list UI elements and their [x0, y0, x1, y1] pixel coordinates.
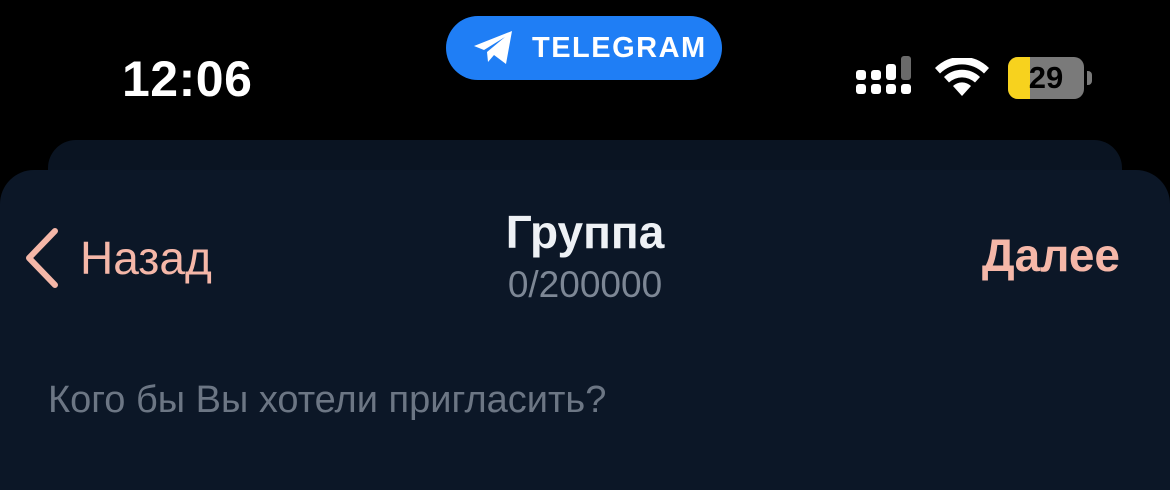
- status-time: 12:06: [122, 51, 253, 107]
- status-bar: 12:06 TELEGRAM 29: [0, 0, 1170, 140]
- invite-search-input[interactable]: [48, 370, 1122, 430]
- wifi-icon: [935, 58, 989, 96]
- battery-nub: [1087, 71, 1092, 85]
- battery-level: 29: [1028, 60, 1064, 95]
- battery-body: 29: [1008, 57, 1084, 99]
- back-button[interactable]: Назад: [22, 226, 212, 290]
- cellular-signal-icon: [856, 56, 911, 94]
- header-title-block: Группа 0/200000: [385, 204, 785, 308]
- page-title: Группа: [505, 206, 665, 258]
- battery-indicator: 29: [1008, 57, 1094, 99]
- create-group-sheet: Назад Группа 0/200000 Далее: [0, 170, 1170, 490]
- member-count: 0/200000: [507, 264, 663, 305]
- next-button[interactable]: Далее: [982, 228, 1120, 282]
- telegram-plane-icon: [474, 31, 512, 64]
- back-button-label: Назад: [80, 232, 212, 284]
- chevron-left-icon: [26, 228, 58, 288]
- telegram-status-pill[interactable]: TELEGRAM: [446, 16, 722, 80]
- telegram-pill-label: TELEGRAM: [532, 31, 707, 64]
